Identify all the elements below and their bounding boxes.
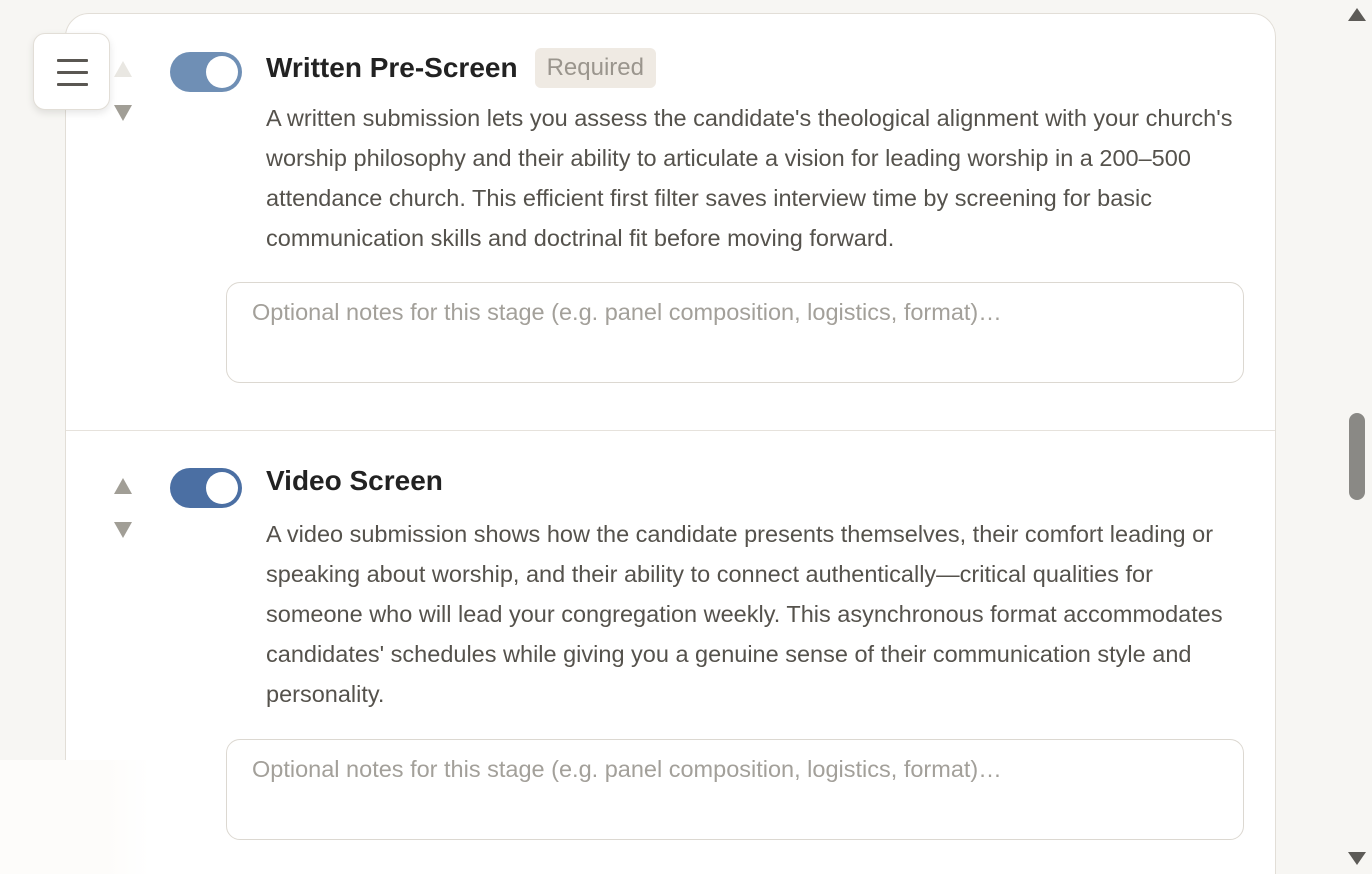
stage-description: A written submission lets you assess the… [266, 105, 1233, 251]
corner-fade [0, 760, 150, 874]
reorder-controls [112, 478, 134, 538]
toggle-knob [206, 472, 238, 504]
stage-notes-input[interactable] [226, 739, 1244, 840]
toggle-knob [206, 56, 238, 88]
move-up-arrow-icon[interactable] [114, 478, 132, 494]
hamburger-menu-button[interactable] [33, 33, 110, 110]
stages-card: Written Pre-Screen Required A written su… [65, 13, 1276, 874]
reorder-controls [112, 61, 134, 121]
stage-title: Written Pre-Screen [266, 52, 518, 83]
hamburger-menu-icon-bar [57, 71, 88, 74]
move-down-arrow-icon[interactable] [114, 105, 132, 121]
stage-notes-input[interactable] [226, 282, 1244, 383]
move-up-arrow-icon[interactable] [114, 61, 132, 77]
stage-title: Video Screen [266, 465, 443, 496]
stage-title-row: Written Pre-Screen Required [266, 48, 656, 88]
stage-enabled-toggle[interactable] [170, 52, 242, 92]
app-viewport: Written Pre-Screen Required A written su… [0, 0, 1372, 874]
move-down-arrow-icon[interactable] [114, 522, 132, 538]
stage-enabled-toggle[interactable] [170, 468, 242, 508]
scrollbar-thumb[interactable] [1349, 413, 1365, 500]
stage-description: A video submission shows how the candida… [266, 521, 1223, 707]
hamburger-menu-icon [57, 59, 88, 62]
scroll-down-arrow-icon[interactable] [1348, 852, 1366, 865]
stage-title-row: Video Screen [266, 465, 443, 497]
vertical-scrollbar[interactable] [1342, 0, 1372, 874]
scroll-up-arrow-icon[interactable] [1348, 8, 1366, 21]
hamburger-menu-icon-bar [57, 83, 88, 86]
required-badge: Required [534, 48, 656, 88]
stage-video-screen: Video Screen A video submission shows ho… [66, 430, 1275, 840]
